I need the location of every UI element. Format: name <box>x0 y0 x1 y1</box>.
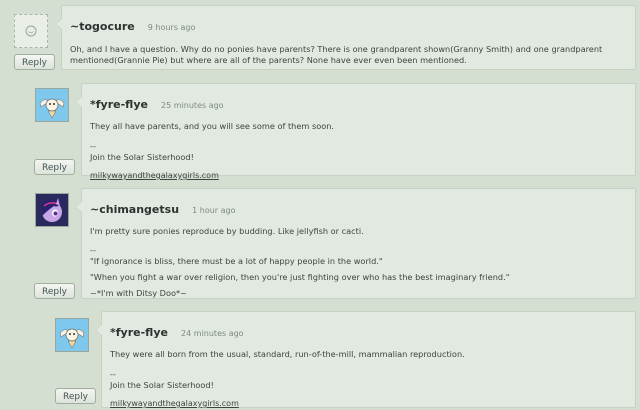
comment-body: They were all born from the usual, stand… <box>110 349 465 359</box>
twilight-pony-avatar <box>36 194 68 226</box>
comment-body: Oh, and I have a question. Why do no pon… <box>70 44 603 65</box>
comment-time[interactable]: 1 hour ago <box>192 206 235 215</box>
signature-quote: "If ignorance is bliss, there must be a … <box>90 256 383 266</box>
winged-pony-avatar <box>56 319 88 351</box>
comment-bubble: *fyre-flye 25 minutes ago They all have … <box>75 83 636 180</box>
comment-time[interactable]: 9 hours ago <box>148 23 196 32</box>
comment-bubble: *fyre-flye 24 minutes ago They were all … <box>95 311 636 408</box>
avatar[interactable] <box>35 193 69 227</box>
comment-author[interactable]: *fyre-flye <box>110 326 168 339</box>
comment-author[interactable]: *fyre-flye <box>90 98 148 111</box>
signature-separator: -- <box>90 141 96 151</box>
winged-pony-avatar <box>36 89 68 121</box>
avatar[interactable] <box>55 318 89 352</box>
comment-bubble: ~togocure 9 hours ago Oh, and I have a q… <box>55 5 636 70</box>
reply-button[interactable]: Reply <box>34 283 75 299</box>
comment-body: They all have parents, and you will see … <box>90 121 335 131</box>
signature-link[interactable]: milkywayandthegalaxygirls.com <box>90 171 219 180</box>
comment-author[interactable]: ~chimangetsu <box>90 203 179 216</box>
avatar[interactable] <box>35 88 69 122</box>
comment-body: I'm pretty sure ponies reproduce by budd… <box>90 226 364 236</box>
reply-button[interactable]: Reply <box>55 388 96 404</box>
signature-line: Join the Solar Sisterhood! <box>90 152 194 162</box>
signature-separator: -- <box>90 245 96 255</box>
comment-time[interactable]: 25 minutes ago <box>161 101 224 110</box>
comment-bubble: ~chimangetsu 1 hour ago I'm pretty sure … <box>75 188 636 299</box>
comment-time[interactable]: 24 minutes ago <box>181 329 244 338</box>
avatar[interactable] <box>14 14 48 48</box>
signature-line: ~*I'm with Ditsy Doo*~ <box>90 288 187 298</box>
signature-line: Join the Solar Sisterhood! <box>110 380 214 390</box>
reply-button[interactable]: Reply <box>34 159 75 175</box>
reply-button[interactable]: Reply <box>14 54 55 70</box>
signature-link[interactable]: milkywayandthegalaxygirls.com <box>110 399 239 408</box>
blank-avatar-icon <box>25 25 37 37</box>
signature-quote: "When you fight a war over religion, the… <box>90 272 510 282</box>
comment-author[interactable]: ~togocure <box>70 20 135 33</box>
signature-separator: -- <box>110 369 116 379</box>
